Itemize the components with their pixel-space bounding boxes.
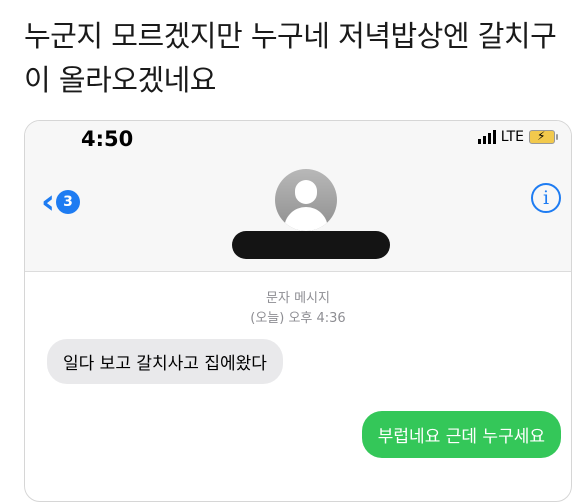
contact-name-redacted[interactable]: [232, 231, 390, 259]
back-chevron-icon: ‹: [41, 182, 56, 222]
message-type-label: 문자 메시지: [266, 291, 330, 306]
message-timestamp: (오늘) 오후 4:36: [250, 311, 346, 326]
battery-icon: ⚡: [529, 129, 558, 144]
sent-message-bubble[interactable]: 부럽네요 근데 누구세요: [361, 411, 561, 458]
post-caption: 누군지 모르겠지만 누구네 저녁밥상엔 갈치구이 올라오겠네요: [24, 19, 557, 97]
avatar-placeholder-icon[interactable]: [275, 169, 337, 231]
network-label: LTE: [500, 129, 524, 145]
info-icon[interactable]: i: [531, 183, 561, 213]
status-indicators: LTE ⚡: [477, 129, 558, 145]
unread-count-badge: 3: [56, 190, 81, 214]
signal-icon: [477, 130, 496, 144]
status-time: 4:50: [81, 127, 134, 151]
phone-screenshot: 4:50 LTE ⚡ ‹ 3 i 문자 메시지 (오늘) 오후 4:36 일다 …: [24, 120, 572, 502]
received-message-bubble[interactable]: 일다 보고 갈치사고 집에왔다: [47, 339, 283, 384]
back-button[interactable]: ‹ 3: [41, 182, 81, 222]
conversation-header: 4:50 LTE ⚡ ‹ 3 i: [25, 121, 571, 272]
